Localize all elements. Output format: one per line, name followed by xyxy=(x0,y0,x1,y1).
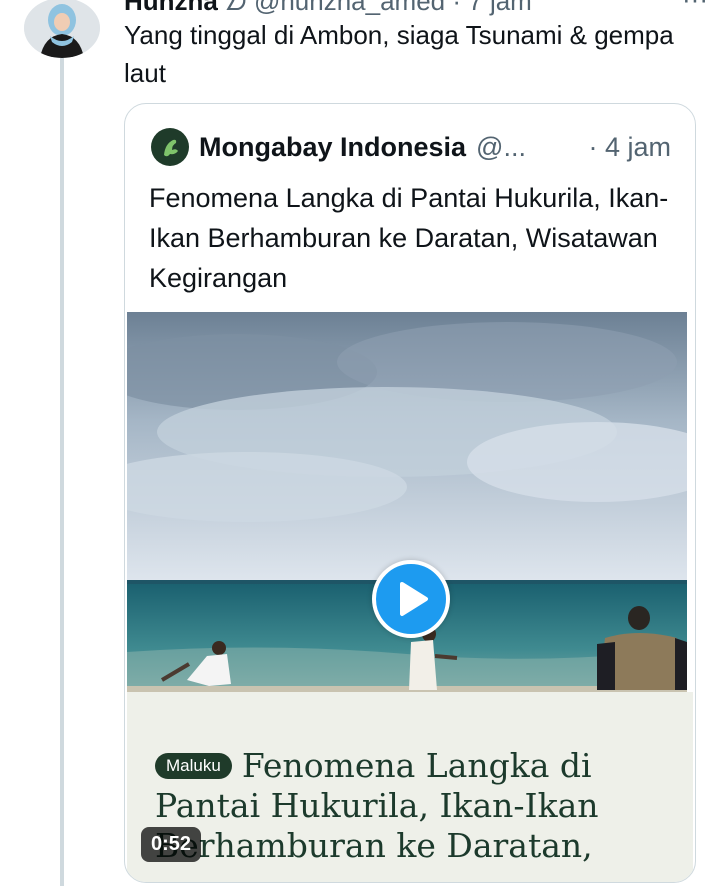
mongabay-logo-icon[interactable] xyxy=(151,128,189,166)
play-button[interactable] xyxy=(372,560,450,638)
quote-text: Fenomena Langka di Pantai Hukurila, Ikan… xyxy=(149,183,669,293)
tweet-text: Yang tinggal di Ambon, siaga Tsunami & g… xyxy=(124,20,674,88)
region-badge: Maluku xyxy=(155,753,232,779)
more-icon[interactable]: ··· xyxy=(682,0,708,15)
video-overlay-title: Maluku Fenomena Langka di Pantai Hukurila… xyxy=(155,746,675,866)
verified-icon: ᗤ xyxy=(225,0,254,16)
avatar[interactable] xyxy=(24,0,100,58)
tweet-time[interactable]: · 7 jam xyxy=(452,0,531,16)
quote-tweet-card[interactable]: Mongabay Indonesia @... · 4 jam Fenomena… xyxy=(124,103,696,883)
quote-time[interactable]: · 4 jam xyxy=(588,132,671,163)
author-name[interactable]: Hunzna xyxy=(124,0,218,16)
play-icon xyxy=(400,582,428,616)
author-handle[interactable]: @hunzna_amed xyxy=(254,0,445,16)
quote-author-handle[interactable]: @... xyxy=(476,132,526,163)
video-player[interactable]: Maluku Fenomena Langka di Pantai Hukurila… xyxy=(127,312,693,882)
quote-header: Mongabay Indonesia @... · 4 jam xyxy=(151,128,671,166)
thread-line xyxy=(60,58,64,886)
avatar-photo xyxy=(24,0,100,58)
video-duration: 0:52 xyxy=(141,827,202,862)
quote-author-name[interactable]: Mongabay Indonesia xyxy=(199,132,466,163)
